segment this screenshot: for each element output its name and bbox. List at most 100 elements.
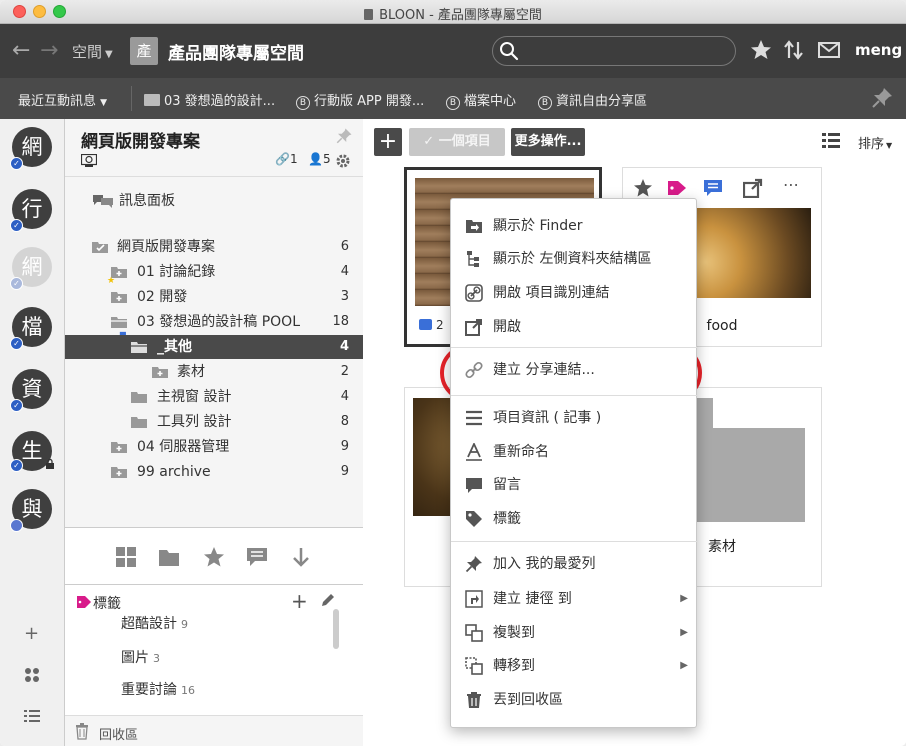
- open-external-icon[interactable]: [743, 178, 763, 198]
- breadcrumb-item[interactable]: B 資訊自由分享區: [538, 90, 647, 110]
- tag-icon[interactable]: [667, 178, 687, 198]
- list-icon[interactable]: [24, 709, 40, 723]
- space-switcher[interactable]: 空間 ▼: [72, 41, 113, 62]
- tags-title: 標籤: [93, 596, 121, 612]
- tree-item[interactable]: 工具列 設計 8: [65, 410, 363, 434]
- comment-icon[interactable]: [703, 178, 723, 198]
- tag-item[interactable]: 圖片 3: [121, 647, 160, 667]
- menu-item-rename[interactable]: 重新命名: [451, 436, 698, 468]
- breadcrumb-bar: 最近互動訊息 ▼ 03 發想過的設計... B 行動版 APP 開發... B 檔案…: [0, 78, 906, 119]
- tree-item[interactable]: ★ 01 討論紀錄 4: [65, 260, 363, 286]
- back-arrow-icon[interactable]: ←: [12, 38, 30, 63]
- more-icon[interactable]: ⋯: [783, 177, 803, 198]
- tree-item-selected[interactable]: _其他 4: [65, 335, 363, 359]
- tag-icon: [77, 596, 91, 608]
- add-space-icon[interactable]: +: [24, 623, 39, 644]
- folder-icon: [131, 417, 147, 428]
- menu-divider: [451, 347, 698, 348]
- menu-item-create-share-link[interactable]: 建立 分享連結...: [451, 354, 698, 386]
- download-arrow-icon[interactable]: [290, 546, 312, 568]
- tree-item[interactable]: 網頁版開發專案 6: [65, 235, 363, 259]
- menu-item-comment[interactable]: 留言: [451, 469, 698, 501]
- search-icon: [500, 42, 519, 61]
- title-bar: BLOON - 產品團隊專屬空間: [0, 0, 906, 24]
- sidebar-view-toolbar: [65, 527, 363, 585]
- more-actions-button[interactable]: 更多操作...: [511, 128, 585, 156]
- app-window: BLOON - 產品團隊專屬空間 ← → 空間 ▼ 產 產品團隊專屬空間 meng…: [0, 0, 906, 746]
- menu-item-tag[interactable]: 標籤: [451, 503, 698, 535]
- comments-view-icon[interactable]: [246, 546, 268, 568]
- breadcrumb-item[interactable]: B 檔案中心: [446, 90, 516, 110]
- trash-icon: [467, 692, 481, 708]
- share-link-icon: [465, 361, 483, 379]
- forward-arrow-icon[interactable]: →: [40, 38, 58, 63]
- sort-updown-icon[interactable]: [782, 38, 806, 62]
- pin-icon[interactable]: [870, 86, 894, 110]
- check-badge-icon: ✓: [10, 157, 23, 170]
- tag-icon: [466, 511, 482, 527]
- user-name[interactable]: meng: [855, 41, 902, 59]
- menu-item-trash[interactable]: 丟到回收區: [451, 684, 698, 716]
- share-link-count[interactable]: 🔗1: [275, 152, 298, 166]
- breadcrumb-item[interactable]: B 行動版 APP 開發...: [296, 90, 424, 110]
- sync-icon[interactable]: [81, 154, 97, 168]
- tags-panel: 標籤 + 超酷設計 9 圖片 3 重要討論 16: [65, 585, 363, 715]
- tree-item[interactable]: 02 開發 3: [65, 285, 363, 309]
- tree-item[interactable]: 04 伺服器管理 9: [65, 435, 363, 459]
- tree-item[interactable]: 主視窗 設計 4: [65, 385, 363, 409]
- member-count[interactable]: 👤5: [308, 152, 331, 166]
- message-board-item[interactable]: 訊息面板: [65, 189, 363, 213]
- folder-icon: [144, 94, 160, 106]
- folder-tree: 訊息面板 網頁版開發專案 6 ★ 01 討論紀錄 4 02 開發 3 ■: [65, 177, 363, 527]
- space-badge: 產: [130, 37, 158, 65]
- sidebar: 網頁版開發專案 🔗1 👤5 訊息面板 網頁版開發專案 6 ★ 01 討論紀錄 4: [65, 119, 363, 746]
- grid-view-icon[interactable]: [115, 546, 137, 568]
- submenu-arrow-icon: ▶: [680, 627, 688, 638]
- add-button[interactable]: +: [374, 128, 402, 156]
- copy-icon: [465, 624, 483, 642]
- lock-icon: [46, 459, 54, 469]
- add-tag-button[interactable]: +: [291, 589, 308, 613]
- menu-item-show-in-finder[interactable]: 顯示於 Finder: [451, 210, 698, 242]
- star-icon[interactable]: [633, 178, 653, 198]
- menu-item-copy-to[interactable]: 複製到 ▶: [451, 617, 698, 649]
- tags-scrollbar[interactable]: [333, 609, 339, 649]
- tag-item[interactable]: 超酷設計 9: [121, 613, 188, 633]
- comment-count: 2: [419, 318, 444, 332]
- grid-dots-icon[interactable]: [24, 667, 40, 683]
- recent-messages-dropdown[interactable]: 最近互動訊息 ▼: [18, 90, 107, 109]
- pin-icon: [465, 556, 482, 573]
- search-input[interactable]: [492, 36, 736, 66]
- list-view-icon[interactable]: [822, 132, 840, 148]
- selection-button[interactable]: ✓ 一個項目: [409, 128, 505, 156]
- card-action-bar: ⋯: [633, 177, 819, 200]
- favorites-star-icon[interactable]: [203, 546, 225, 568]
- menu-item-item-info[interactable]: 項目資訊 ( 記事 ): [451, 402, 698, 434]
- menu-item-show-in-tree[interactable]: 顯示於 左側資料夾結構區: [451, 243, 698, 275]
- breadcrumb-item[interactable]: 03 發想過的設計...: [144, 90, 275, 109]
- menu-item-add-favorite[interactable]: 加入 我的最愛列: [451, 548, 698, 580]
- rename-icon: [466, 443, 482, 461]
- finder-icon: [466, 220, 482, 233]
- tree-item[interactable]: 素材 2: [65, 360, 363, 384]
- folder-view-icon[interactable]: [158, 546, 180, 568]
- menu-item-open-link[interactable]: 開啟 項目識別連結: [451, 277, 698, 309]
- space-rail: 網 ✓ 行 ✓ 網 ✓ 檔 ✓ 資 ✓ 生 ✓ 與 +: [0, 119, 65, 746]
- tree-item[interactable]: 99 archive 9: [65, 460, 363, 484]
- star-icon[interactable]: [749, 38, 773, 62]
- sort-dropdown[interactable]: 排序 ▼: [858, 133, 892, 152]
- menu-divider: [451, 541, 698, 542]
- edit-pencil-icon[interactable]: [321, 593, 335, 607]
- tree-item[interactable]: ■ 03 發想過的設計稿 POOL 18: [65, 310, 363, 339]
- menu-item-open[interactable]: 開啟: [451, 311, 698, 343]
- tag-item[interactable]: 重要討論 16: [121, 679, 195, 699]
- check-badge-icon: ✓: [10, 219, 23, 232]
- folder-plus-icon: [152, 367, 168, 378]
- mail-icon[interactable]: [817, 38, 841, 62]
- trash-item[interactable]: 回收區: [65, 715, 363, 746]
- gear-icon[interactable]: [335, 153, 351, 169]
- menu-item-move-to[interactable]: 轉移到 ▶: [451, 650, 698, 682]
- pin-icon[interactable]: [335, 127, 353, 145]
- project-title: 網頁版開發專案: [81, 132, 200, 152]
- menu-item-create-shortcut[interactable]: 建立 捷徑 到 ▶: [451, 583, 698, 615]
